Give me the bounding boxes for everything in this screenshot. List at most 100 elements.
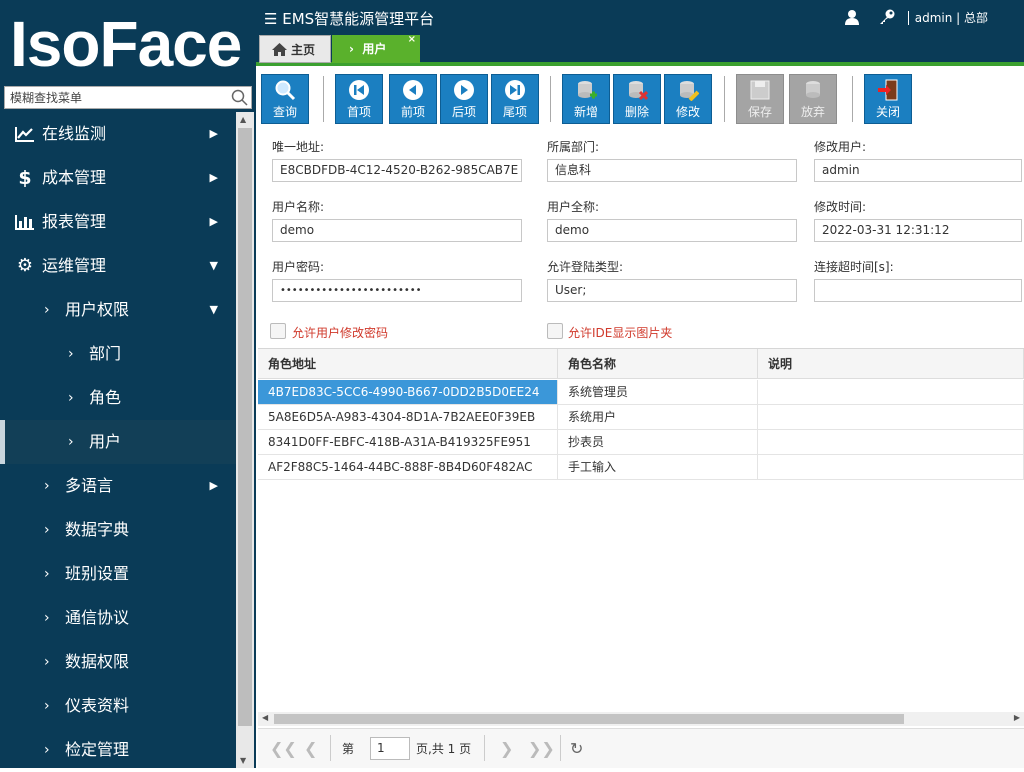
button-label: 尾项 [502,105,527,119]
cell-role-address[interactable]: 8341D0FF-EBFC-418B-A31A-B419325FE951 [258,430,558,455]
page-number[interactable]: 1 [377,741,385,755]
sidebar-item-label: 用户权限 [65,300,130,319]
col-header-description[interactable]: 说明 [758,349,1024,379]
home-icon [272,43,287,56]
tab-user[interactable]: › 用户 × [332,34,420,63]
sidebar-item[interactable]: › 通信协议 [0,596,236,640]
user-icon[interactable] [844,9,860,25]
next-page-icon[interactable]: ❯ [500,739,513,758]
scrollbar-thumb[interactable] [238,128,252,726]
search-button[interactable]: 查询 [261,74,309,124]
cell-role-name[interactable]: 手工输入 [558,455,758,480]
toolbar-separator [323,76,324,122]
cell-description[interactable] [758,380,1024,405]
chevron-right-icon: › [68,346,74,362]
page-input[interactable]: 1 [370,737,410,760]
col-header-role-name[interactable]: 角色名称 [558,349,758,379]
table-row[interactable]: 5A8E6D5A-A983-4304-8D1A-7B2AEE0F39EB 系统用户 [258,405,1024,430]
next-button[interactable]: 后项 [440,74,488,124]
last-button[interactable]: 尾项 [491,74,539,124]
cell-role-address[interactable]: AF2F88C5-1464-44BC-888F-8B4D60F482AC [258,455,558,480]
cell-role-address[interactable]: 4B7ED83C-5CC6-4990-B667-0DD2B5D0EE24 [258,380,558,405]
exit-button[interactable]: 关闭 [864,74,912,124]
refresh-icon[interactable]: ↻ [570,739,583,758]
pwd-field[interactable]: •••••••••••••••••••••••• [272,279,522,302]
scroll-up-icon[interactable]: ▲ [240,115,246,124]
menu-search-input[interactable] [5,87,225,108]
allow-change-password-checkbox[interactable] [270,323,286,339]
caret-right-icon: ▶ [209,479,218,492]
col-header-role-address[interactable]: 角色地址 [258,349,558,379]
scroll-down-icon[interactable]: ▼ [240,756,246,765]
last-page-icon[interactable]: ❯❯ [528,739,555,758]
dollar-icon: $ [18,167,32,189]
menu-search[interactable] [4,86,252,109]
uid-field[interactable]: E8CBDFDB-4C12-4520-B262-985CAB7E [272,159,522,182]
allow-change-password-label[interactable]: 允许用户修改密码 [292,324,388,341]
prev-page-icon[interactable]: ❮ [304,739,317,758]
cell-description[interactable] [758,405,1024,430]
uname-field[interactable]: demo [272,219,522,242]
search-icon[interactable] [231,89,248,106]
table-row[interactable]: 8341D0FF-EBFC-418B-A31A-B419325FE951 抄表员 [258,430,1024,455]
tab-close-icon[interactable]: × [408,26,416,54]
sidebar-item[interactable]: 报表管理 ▶ [0,200,236,244]
first-button[interactable]: 首项 [335,74,383,124]
cell-role-name[interactable]: 系统用户 [558,405,758,430]
sidebar-item-label: 成本管理 [42,168,107,187]
sidebar-item[interactable]: › 多语言 ▶ [0,464,236,508]
cell-role-name[interactable]: 抄表员 [558,430,758,455]
sidebar-item[interactable]: › 部门 [0,332,236,376]
key-icon[interactable] [878,9,896,25]
timeout-field[interactable] [814,279,1022,302]
prev-button[interactable]: 前项 [389,74,437,124]
sidebar-item[interactable]: › 仪表资料 [0,684,236,728]
scroll-left-icon[interactable]: ◀ [262,713,268,722]
delete-icon [614,79,660,101]
sidebar-item[interactable]: › 数据字典 [0,508,236,552]
scroll-right-icon[interactable]: ▶ [1014,713,1020,722]
sidebar-item[interactable]: › 用户 [0,420,236,464]
cell-role-address[interactable]: 5A8E6D5A-A983-4304-8D1A-7B2AEE0F39EB [258,405,558,430]
edit-button[interactable]: 修改 [664,74,712,124]
table-row[interactable]: AF2F88C5-1464-44BC-888F-8B4D60F482AC 手工输入 [258,455,1024,480]
cell-description[interactable] [758,455,1024,480]
save-button[interactable]: 保存 [736,74,784,124]
sidebar-scrollbar[interactable]: ▲ ▼ [236,112,254,768]
add-button[interactable]: 新增 [562,74,610,124]
timeout-label: 连接超时间[s]: [814,260,894,274]
discard-button[interactable]: 放弃 [789,74,837,124]
sidebar-item[interactable]: 在线监测 ▶ [0,112,236,156]
allow-ide-images-checkbox[interactable] [547,323,563,339]
tab-home[interactable]: 主页 [259,35,331,63]
moduser-field[interactable]: admin [814,159,1022,182]
sidebar-item[interactable]: › 角色 [0,376,236,420]
first-page-icon[interactable]: ❮❮ [270,739,297,758]
caret-right-icon: ▶ [209,127,218,140]
hscroll-thumb[interactable] [274,714,904,724]
pwd-label: 用户密码: [272,260,325,274]
grid-hscrollbar[interactable]: ◀ ▶ [258,712,1024,726]
sidebar-item[interactable]: $ 成本管理 ▶ [0,156,236,200]
sidebar-item[interactable]: › 班别设置 [0,552,236,596]
cell-description[interactable] [758,430,1024,455]
delete-button[interactable]: 删除 [613,74,661,124]
current-user[interactable]: admin | 总部 [907,11,988,25]
sidebar-item[interactable]: › 数据权限 [0,640,236,684]
modtime-field[interactable]: 2022-03-31 12:31:12 [814,219,1022,242]
table-row[interactable]: 4B7ED83C-5CC6-4990-B667-0DD2B5D0EE24 系统管理… [258,380,1024,405]
modtime-label: 修改时间: [814,200,867,214]
logintype-field[interactable]: User; [547,279,797,302]
sidebar-item[interactable]: ⚙ 运维管理 ▼ [0,244,236,288]
hamburger-icon[interactable]: ☰ [264,10,282,28]
dept-field[interactable]: 信息科 [547,159,797,182]
chart-line-icon [14,112,36,159]
toolbar-separator [852,76,853,122]
button-label: 修改 [675,105,700,119]
chevron-right-icon: › [44,566,50,582]
allow-ide-images-label[interactable]: 允许IDE显示图片夹 [568,324,672,341]
sidebar-item[interactable]: › 检定管理 [0,728,236,772]
cell-role-name[interactable]: 系统管理员 [558,380,758,405]
ufull-field[interactable]: demo [547,219,797,242]
sidebar-item[interactable]: › 用户权限 ▼ [0,288,236,332]
